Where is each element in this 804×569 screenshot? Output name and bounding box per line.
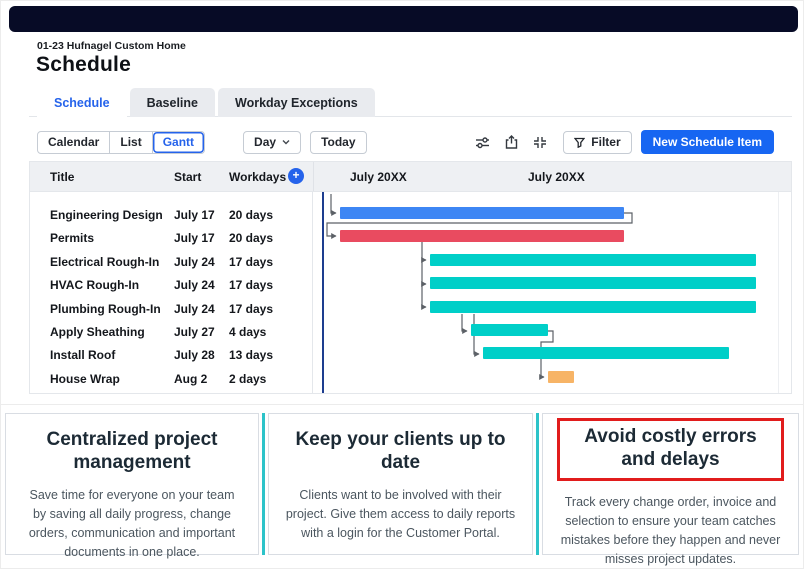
chevron-down-icon [282, 138, 290, 146]
gantt-bar-house-wrap[interactable] [548, 371, 574, 383]
view-calendar-button[interactable]: Calendar [38, 132, 110, 153]
month-header: July 20XX [528, 170, 585, 184]
task-start: July 17 [174, 208, 215, 222]
view-switcher: CalendarListGantt [37, 131, 205, 154]
task-title: House Wrap [50, 372, 120, 386]
feature-card: Avoid costly errors and delays Track eve… [542, 413, 799, 555]
view-list-button[interactable]: List [110, 132, 152, 153]
card-body: Clients want to be involved with their p… [275, 486, 526, 542]
gantt-bar-hvac-rough-in[interactable] [430, 277, 756, 289]
gantt-bar-plumbing-rough-in[interactable] [430, 301, 756, 313]
tab-bar: ScheduleBaselineWorkday Exceptions [37, 88, 378, 117]
task-title: HVAC Rough-In [50, 278, 139, 292]
task-workdays: 17 days [229, 255, 273, 269]
toolbar: CalendarListGantt Day Today [37, 130, 774, 154]
task-start: July 24 [174, 278, 215, 292]
schedule-sheet: Title Start Workdays + July 20XX July 20X… [29, 161, 792, 394]
table-row[interactable]: Install Roof July 28 13 days [30, 344, 312, 367]
card-body: Save time for everyone on your team by s… [12, 486, 252, 561]
adjustments-icon[interactable] [475, 136, 490, 149]
table-row[interactable]: HVAC Rough-In July 24 17 days [30, 274, 312, 297]
task-title: Install Roof [50, 348, 115, 362]
column-header-start[interactable]: Start [174, 170, 201, 184]
sheet-body: Engineering Design July 17 20 days Permi… [30, 192, 791, 393]
gantt-bar-apply-sheathing[interactable] [471, 324, 548, 336]
app-window: 01-23 Hufnagel Custom Home Schedule Sche… [0, 0, 804, 569]
filter-label: Filter [591, 135, 620, 149]
task-start: July 27 [174, 325, 215, 339]
add-column-icon[interactable]: + [288, 168, 304, 184]
column-header-workdays[interactable]: Workdays [229, 170, 286, 184]
task-start: Aug 2 [174, 372, 207, 386]
today-button[interactable]: Today [310, 131, 366, 154]
month-header: July 20XX [350, 170, 407, 184]
column-header-title[interactable]: Title [50, 170, 74, 184]
header-divider [313, 162, 314, 191]
table-row[interactable]: Permits July 17 20 days [30, 227, 312, 250]
task-workdays: 13 days [229, 348, 273, 362]
gantt-bar-permits[interactable] [340, 230, 624, 242]
funnel-icon [574, 137, 585, 148]
breadcrumb[interactable]: 01-23 Hufnagel Custom Home [37, 40, 186, 52]
gantt-bar-electrical-rough-in[interactable] [430, 254, 756, 266]
task-title: Electrical Rough-In [50, 255, 159, 269]
page-title: Schedule [36, 53, 131, 77]
task-start: July 28 [174, 348, 215, 362]
new-schedule-item-button[interactable]: New Schedule Item [641, 130, 774, 154]
new-schedule-item-label: New Schedule Item [653, 135, 762, 149]
highlight-box: Avoid costly errors and delays [557, 418, 784, 481]
view-gantt-button[interactable]: Gantt [153, 132, 204, 153]
card-body: Track every change order, invoice and se… [549, 493, 792, 568]
task-workdays: 4 days [229, 325, 266, 339]
filter-button[interactable]: Filter [563, 131, 631, 154]
section-divider [1, 404, 804, 405]
task-start: July 17 [174, 231, 215, 245]
collapse-icon[interactable] [533, 136, 547, 149]
table-row[interactable]: House Wrap Aug 2 2 days [30, 368, 312, 391]
gantt-bar-install-roof[interactable] [483, 347, 729, 359]
gantt-bar-engineering-design[interactable] [340, 207, 624, 219]
table-row[interactable]: Electrical Rough-In July 24 17 days [30, 251, 312, 274]
browser-top-bar [9, 6, 798, 32]
table-row[interactable]: Apply Sheathing July 27 4 days [30, 321, 312, 344]
tab-workday-exceptions[interactable]: Workday Exceptions [218, 88, 375, 117]
feature-card: Keep your clients up to date Clients wan… [268, 413, 533, 555]
task-title: Engineering Design [50, 208, 163, 222]
task-title: Permits [50, 231, 94, 245]
task-workdays: 17 days [229, 278, 273, 292]
task-title: Plumbing Rough-In [50, 302, 161, 316]
feature-card: Centralized project management Save time… [5, 413, 259, 555]
task-workdays: 17 days [229, 302, 273, 316]
task-table: Engineering Design July 17 20 days Permi… [30, 192, 313, 393]
task-workdays: 2 days [229, 372, 266, 386]
sheet-header: Title Start Workdays + July 20XX July 20X… [30, 162, 791, 192]
zoom-level-dropdown[interactable]: Day [243, 131, 301, 154]
dependency-connectors [313, 192, 791, 393]
card-divider [536, 413, 539, 555]
tab-schedule[interactable]: Schedule [37, 88, 127, 117]
card-divider [262, 413, 265, 555]
task-workdays: 20 days [229, 208, 273, 222]
task-start: July 24 [174, 255, 215, 269]
card-heading: Keep your clients up to date [275, 428, 526, 474]
gantt-chart [313, 192, 791, 393]
share-icon[interactable] [505, 135, 518, 149]
task-workdays: 20 days [229, 231, 273, 245]
feature-cards: Centralized project management Save time… [5, 413, 801, 555]
table-row[interactable]: Plumbing Rough-In July 24 17 days [30, 298, 312, 321]
task-start: July 24 [174, 302, 215, 316]
toolbar-icon-group [475, 135, 547, 149]
card-heading: Centralized project management [12, 428, 252, 474]
zoom-level-value: Day [254, 135, 276, 149]
table-row[interactable]: Engineering Design July 17 20 days [30, 204, 312, 227]
tab-baseline[interactable]: Baseline [130, 88, 215, 117]
task-title: Apply Sheathing [50, 325, 145, 339]
today-label: Today [321, 135, 355, 149]
card-heading: Avoid costly errors and delays [562, 425, 779, 471]
